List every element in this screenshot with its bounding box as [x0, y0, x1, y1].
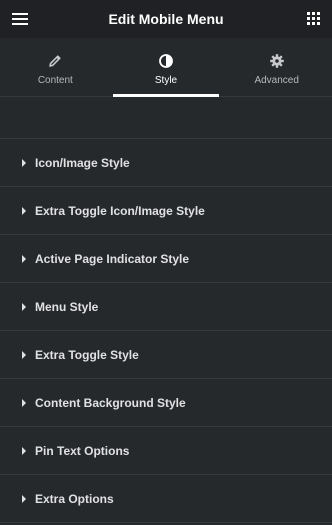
section-label: Content Background Style	[35, 395, 186, 410]
section-label: Extra Toggle Icon/Image Style	[35, 203, 205, 218]
section-list: Icon/Image Style Extra Toggle Icon/Image…	[0, 139, 332, 523]
tab-bar: Content Style Advanced	[0, 38, 332, 97]
section-content-background-style[interactable]: Content Background Style	[0, 379, 332, 427]
panel-title: Edit Mobile Menu	[108, 11, 224, 27]
caret-right-icon	[22, 302, 26, 311]
tab-style[interactable]: Style	[111, 38, 222, 97]
tab-advanced-label: Advanced	[254, 75, 299, 86]
tab-content[interactable]: Content	[0, 38, 111, 96]
section-pin-text-options[interactable]: Pin Text Options	[0, 427, 332, 475]
gear-icon	[269, 54, 284, 68]
caret-right-icon	[22, 398, 26, 407]
half-circle-icon	[159, 54, 173, 68]
pencil-icon	[49, 55, 61, 67]
tab-content-label: Content	[37, 75, 73, 86]
section-extra-options[interactable]: Extra Options	[0, 475, 332, 523]
section-active-page-indicator-style[interactable]: Active Page Indicator Style	[0, 235, 332, 283]
tab-style-label: Style	[154, 75, 178, 86]
section-label: Pin Text Options	[35, 443, 130, 458]
section-label: Active Page Indicator Style	[35, 251, 190, 266]
hamburger-icon[interactable]	[12, 13, 28, 25]
section-menu-style[interactable]: Menu Style	[0, 283, 332, 331]
panel-header: Edit Mobile Menu	[0, 0, 332, 38]
caret-right-icon	[22, 494, 26, 503]
section-label: Menu Style	[35, 299, 99, 314]
section-extra-toggle-style[interactable]: Extra Toggle Style	[0, 331, 332, 379]
caret-right-icon	[22, 206, 26, 215]
grid-icon[interactable]	[307, 12, 320, 25]
caret-right-icon	[22, 254, 26, 263]
tab-advanced[interactable]: Advanced	[221, 38, 332, 96]
caret-right-icon	[22, 350, 26, 359]
section-label: Icon/Image Style	[35, 155, 130, 170]
caret-right-icon	[22, 158, 26, 167]
caret-right-icon	[22, 446, 26, 455]
panel-spacer	[0, 97, 332, 139]
section-label: Extra Options	[35, 491, 114, 506]
section-label: Extra Toggle Style	[35, 347, 139, 362]
section-icon-image-style[interactable]: Icon/Image Style	[0, 139, 332, 187]
section-extra-toggle-icon-image-style[interactable]: Extra Toggle Icon/Image Style	[0, 187, 332, 235]
